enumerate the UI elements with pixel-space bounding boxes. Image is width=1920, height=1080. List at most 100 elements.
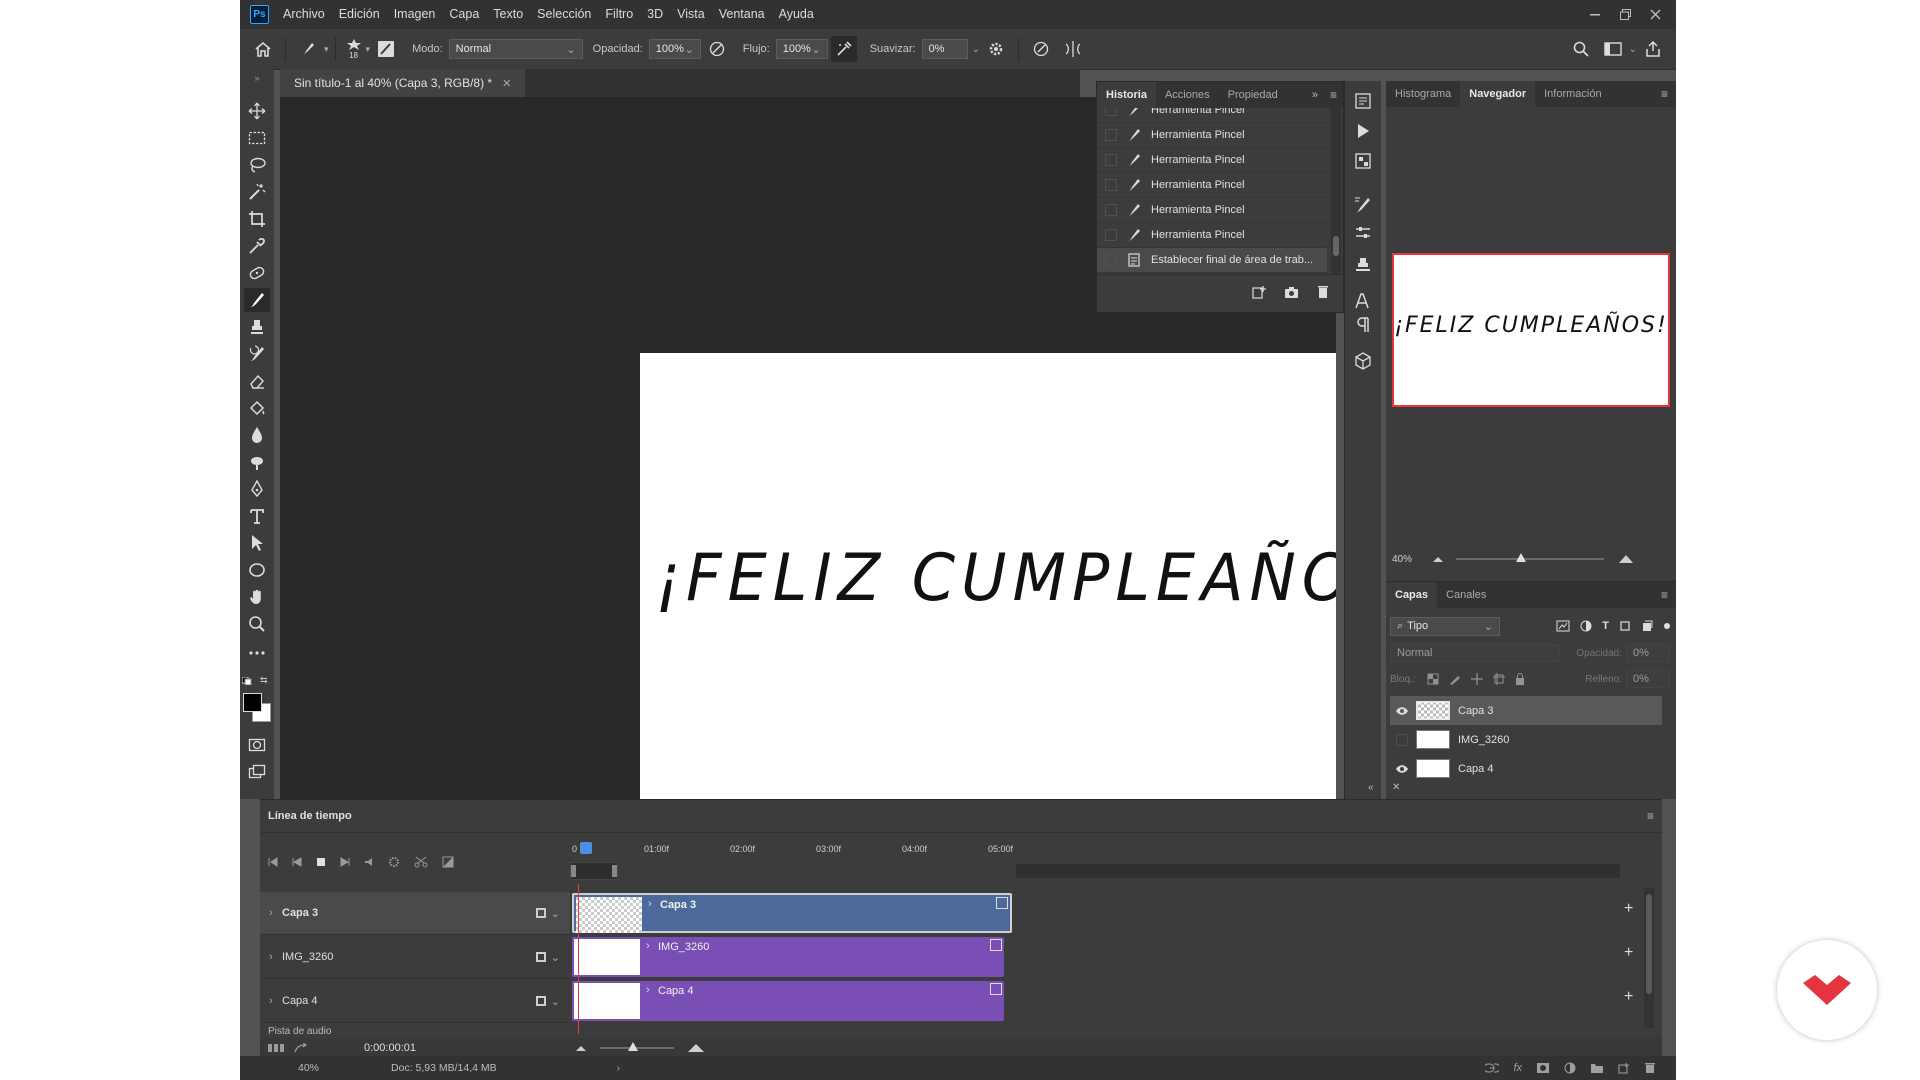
close-tab-icon[interactable]: ✕ xyxy=(502,77,511,90)
workspace-icon[interactable] xyxy=(1600,36,1626,62)
3d-panel-icon[interactable] xyxy=(1351,349,1375,373)
pen-tool-icon[interactable] xyxy=(244,477,270,501)
restore-button[interactable] xyxy=(1610,0,1640,29)
search-icon[interactable] xyxy=(1568,36,1594,62)
eye-icon[interactable] xyxy=(1390,706,1414,716)
brush-tool-icon[interactable] xyxy=(244,288,270,312)
zoom-in-icon[interactable] xyxy=(1618,554,1634,564)
hand-tool-icon[interactable] xyxy=(244,585,270,609)
tab-canales[interactable]: Canales xyxy=(1437,582,1495,608)
more-tools-icon[interactable] xyxy=(244,641,270,665)
track-row[interactable]: › Capa 4 ⌄ xyxy=(260,980,570,1023)
pressure-opacity-icon[interactable] xyxy=(704,36,730,62)
panel-menu-icon[interactable]: ≡ xyxy=(1653,87,1676,101)
minimize-button[interactable] xyxy=(1580,0,1610,29)
audio-track-row[interactable]: Pista de audio xyxy=(260,1024,570,1038)
clip-end-marker-icon[interactable] xyxy=(996,897,1008,909)
history-item[interactable]: Herramienta Pincel xyxy=(1097,173,1327,198)
history-item[interactable]: Herramienta Pincel xyxy=(1097,123,1327,148)
filter-type-icon[interactable]: T xyxy=(1602,620,1609,632)
tab-historia[interactable]: Historia xyxy=(1097,82,1156,108)
magic-wand-tool-icon[interactable] xyxy=(244,180,270,204)
paint-bucket-tool-icon[interactable] xyxy=(244,396,270,420)
visibility-toggle-empty[interactable] xyxy=(1390,733,1414,746)
ellipse-tool-icon[interactable] xyxy=(244,558,270,582)
airbrush-icon[interactable] xyxy=(830,36,857,62)
scrollbar-thumb[interactable] xyxy=(1646,894,1652,994)
audio-mute-icon[interactable] xyxy=(364,857,374,867)
smoothing-input[interactable]: 0% xyxy=(921,39,968,59)
properties-icon[interactable] xyxy=(1351,149,1375,173)
render-video-icon[interactable] xyxy=(294,1042,308,1053)
zoom-slider-thumb[interactable] xyxy=(1516,553,1526,562)
clip-img-3260[interactable]: › IMG_3260 xyxy=(572,937,1004,977)
collapse-icon[interactable]: » xyxy=(244,73,270,83)
pressure-size-icon[interactable] xyxy=(1028,36,1054,62)
expand-track-icon[interactable]: › xyxy=(260,951,282,963)
menu-edicion[interactable]: Edición xyxy=(332,0,387,29)
close-window-button[interactable] xyxy=(1640,0,1670,29)
symmetry-icon[interactable] xyxy=(1060,36,1086,62)
clone-source-icon[interactable] xyxy=(1351,253,1375,277)
timeline-zoom-slider[interactable] xyxy=(600,1041,674,1051)
layer-blend-select[interactable]: Normal xyxy=(1390,644,1560,662)
quick-mask-icon[interactable] xyxy=(244,733,270,757)
chevron-down-icon[interactable]: ⌄ xyxy=(972,44,980,55)
frame-mode-icon[interactable] xyxy=(268,1043,284,1052)
chevron-down-icon[interactable]: ▾ xyxy=(324,44,329,55)
menu-3d[interactable]: 3D xyxy=(640,0,670,29)
camera-icon[interactable] xyxy=(1284,286,1299,299)
filter-toggle-icon[interactable] xyxy=(1664,623,1670,629)
layer-opacity-input[interactable]: 0% xyxy=(1626,644,1670,662)
history-snapshot-checkbox[interactable] xyxy=(1105,179,1117,191)
swap-colors-icon[interactable]: ⇆ xyxy=(260,675,270,685)
timeline-ruler[interactable]: 0 01:00f 02:00f 03:00f 04:00f 05:00f xyxy=(570,832,1662,892)
play-actions-icon[interactable] xyxy=(1351,119,1375,143)
new-layer-icon[interactable] xyxy=(1618,1062,1630,1074)
history-item[interactable]: Herramienta Pincel xyxy=(1097,223,1327,248)
chevron-down-icon[interactable]: ⌄ xyxy=(551,951,560,964)
tab-histograma[interactable]: Histograma xyxy=(1386,81,1460,107)
chevron-down-icon[interactable]: ⌄ xyxy=(551,907,560,920)
adjustments-sliders-icon[interactable] xyxy=(1351,221,1375,245)
eye-icon[interactable] xyxy=(1390,764,1414,774)
history-snapshot-checkbox[interactable] xyxy=(1105,108,1117,116)
history-snapshot-checkbox[interactable] xyxy=(1105,204,1117,216)
menu-archivo[interactable]: Archivo xyxy=(276,0,332,29)
history-item[interactable]: Herramienta Pincel xyxy=(1097,148,1327,173)
marquee-tool-icon[interactable] xyxy=(244,126,270,150)
history-snapshot-checkbox[interactable] xyxy=(1105,129,1117,141)
navigator-zoom-slider[interactable] xyxy=(1456,553,1604,562)
panel-menu-icon[interactable]: ≡ xyxy=(1653,588,1676,602)
previous-frame-icon[interactable] xyxy=(292,857,302,867)
menu-ayuda[interactable]: Ayuda xyxy=(772,0,821,29)
home-icon[interactable] xyxy=(250,36,276,62)
history-snapshot-checkbox[interactable] xyxy=(1105,229,1117,241)
collapse-panel-icon[interactable]: « xyxy=(1368,782,1374,793)
clip-end-marker-icon[interactable] xyxy=(990,983,1002,995)
tab-capas[interactable]: Capas xyxy=(1386,582,1438,608)
clip-capa-3[interactable]: › Capa 3 xyxy=(572,893,1012,933)
menu-ventana[interactable]: Ventana xyxy=(712,0,772,29)
adjustment-layer-icon[interactable] xyxy=(1564,1062,1576,1074)
document-canvas[interactable]: ¡FELIZ CUMPLEAÑOS! xyxy=(640,353,1336,799)
film-icon[interactable] xyxy=(535,995,547,1007)
filter-smart-object-icon[interactable] xyxy=(1641,620,1653,632)
clone-stamp-tool-icon[interactable] xyxy=(244,315,270,339)
chevron-down-icon[interactable]: ⌄ xyxy=(1629,44,1637,55)
type-tool-icon[interactable] xyxy=(244,504,270,528)
trash-icon[interactable] xyxy=(1317,285,1329,299)
zoom-slider-thumb[interactable] xyxy=(628,1041,638,1051)
share-icon[interactable] xyxy=(1640,36,1666,62)
layer-row[interactable]: Capa 4 xyxy=(1390,754,1662,783)
film-icon[interactable] xyxy=(535,907,547,919)
panel-menu-icon[interactable]: ≡ xyxy=(1324,88,1343,102)
fx-icon[interactable]: fx xyxy=(1513,1062,1522,1074)
dodge-tool-icon[interactable] xyxy=(244,450,270,474)
eraser-tool-icon[interactable] xyxy=(244,369,270,393)
menu-texto[interactable]: Texto xyxy=(486,0,530,29)
transition-icon[interactable] xyxy=(442,856,454,868)
crop-tool-icon[interactable] xyxy=(244,207,270,231)
panel-menu-icon[interactable]: ≡ xyxy=(1647,809,1654,823)
split-scissors-icon[interactable] xyxy=(414,856,428,868)
